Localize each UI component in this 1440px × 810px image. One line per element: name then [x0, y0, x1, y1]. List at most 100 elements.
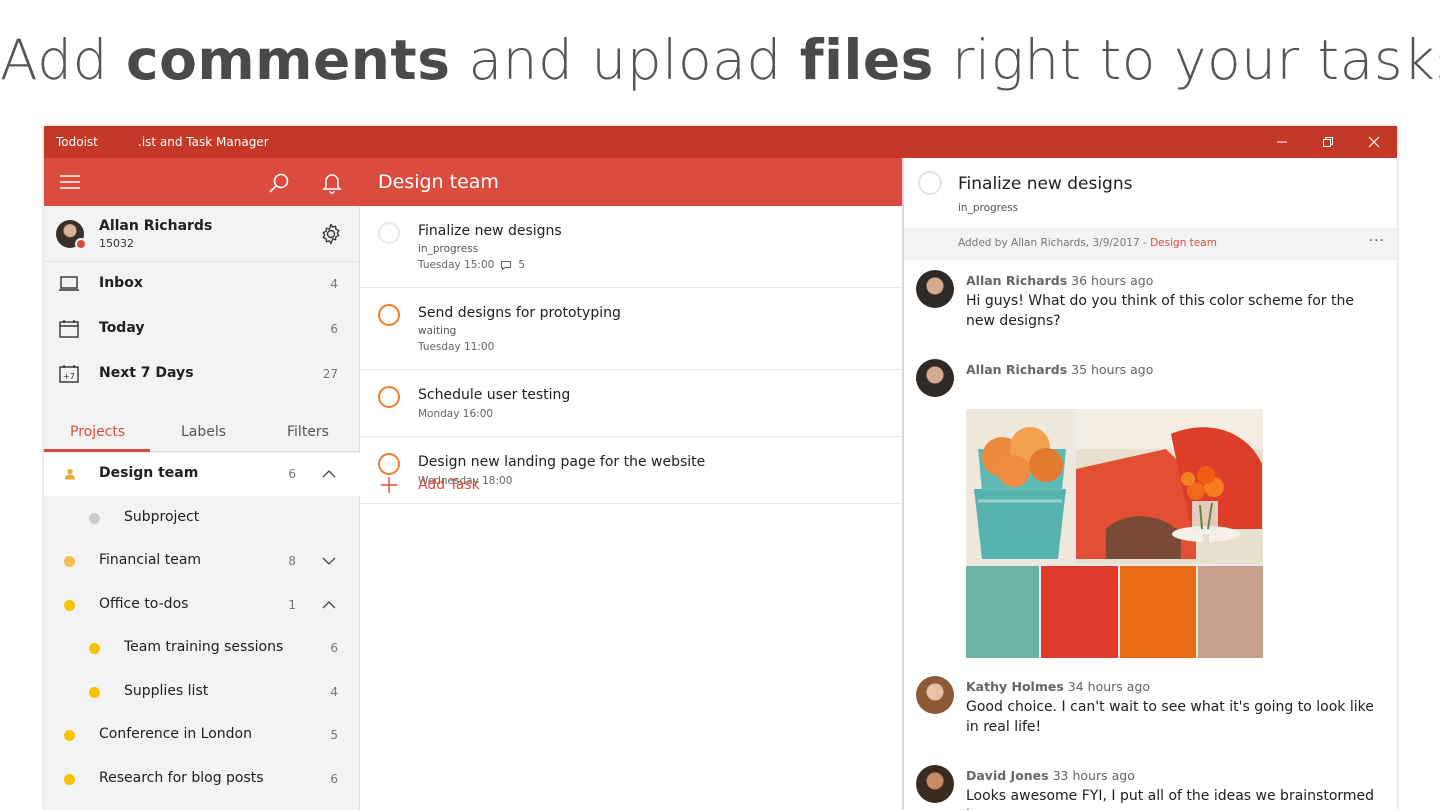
project-label: Research for blog posts [99, 770, 264, 786]
detail-task-checkbox[interactable] [918, 171, 942, 195]
comment-author: Allan Richards 36 hours ago [966, 273, 1154, 288]
project-label: Design team [99, 465, 199, 481]
task-list-pane: Design team Finalize new designs in_prog… [360, 158, 902, 810]
task-row[interactable]: Send designs for prototyping waiting Tue… [360, 288, 902, 370]
comment: Allan Richards 36 hours ago Hi guys! What… [904, 270, 1397, 350]
project-item[interactable]: Supplies list 4 [44, 671, 360, 714]
minimize-button[interactable] [1259, 126, 1305, 158]
color-swatch [966, 566, 1039, 658]
app-name: Todoist [56, 135, 98, 149]
title-bar: Todoist .ist and Task Manager [44, 126, 1397, 158]
project-label: Supplies list [124, 683, 209, 699]
task-checkbox[interactable] [378, 222, 400, 244]
project-color-icon [64, 556, 75, 567]
task-label: in_progress [418, 243, 479, 255]
minimize-icon [1277, 141, 1287, 143]
chevron-down-icon[interactable] [320, 552, 338, 570]
task-list-header: Design team [360, 158, 902, 206]
gear-icon [322, 223, 340, 245]
project-label: Conference in London [99, 726, 252, 742]
task-meta: Tuesday 15:00 5 [418, 259, 525, 271]
task-meta: Tuesday 11:00 [418, 341, 494, 353]
restore-icon [1323, 137, 1333, 147]
project-color-icon [64, 774, 75, 785]
project-item[interactable]: Research for blog posts 6 [44, 758, 360, 801]
comment-time: 35 hours ago [1071, 362, 1154, 377]
comment-author: David Jones 33 hours ago [966, 768, 1135, 783]
comment-text: Hi guys! What do you think of this color… [966, 293, 1354, 329]
sidebar-tabs: Projects Labels Filters [44, 414, 360, 452]
comment-time: 33 hours ago [1052, 768, 1135, 783]
tab-filters[interactable]: Filters [287, 424, 329, 440]
project-color-icon [64, 730, 75, 741]
project-item[interactable]: Financial team 8 [44, 540, 360, 583]
task-name: Send designs for prototyping [418, 305, 621, 321]
restore-button[interactable] [1305, 126, 1351, 158]
comment: Kathy Holmes 34 hours ago Good choice. I … [904, 676, 1397, 756]
project-count: 6 [330, 641, 338, 655]
project-color-icon [64, 600, 75, 611]
more-options-button[interactable]: ··· [1369, 233, 1385, 249]
added-project-link[interactable]: Design team [1150, 237, 1217, 249]
nav-label: Next 7 Days [99, 365, 194, 381]
task-date: Tuesday 15:00 [418, 259, 495, 271]
search-icon [269, 173, 289, 193]
nav-inbox[interactable]: Inbox 4 [44, 262, 360, 307]
nav-label: Today [99, 320, 145, 336]
comment-text: Good choice. I can't wait to see what it… [966, 699, 1374, 735]
tab-projects[interactable]: Projects [70, 424, 125, 440]
attached-image[interactable] [966, 409, 1263, 658]
task-name: Schedule user testing [418, 387, 571, 403]
task-row[interactable]: Finalize new designs in_progress Tuesday… [360, 206, 902, 288]
project-item[interactable]: Team training sessions 6 [44, 627, 360, 670]
color-swatch [1120, 566, 1196, 658]
moodboard-image-icon [966, 409, 1263, 658]
nav-next-7-days[interactable]: +7 Next 7 Days 27 [44, 352, 360, 397]
project-item[interactable]: Conference in London 5 [44, 714, 360, 757]
notifications-button[interactable] [319, 170, 345, 196]
close-button[interactable] [1351, 126, 1397, 158]
avatar [916, 359, 954, 397]
project-color-icon [89, 513, 100, 524]
nav-today[interactable]: Today 6 [44, 307, 360, 352]
search-button[interactable] [266, 170, 292, 196]
project-count: 1 [288, 598, 296, 612]
hamburger-menu-button[interactable] [56, 170, 84, 194]
comment-time: 34 hours ago [1067, 679, 1151, 694]
project-item[interactable]: Office to-dos 1 [44, 584, 360, 627]
comment-icon [501, 260, 512, 271]
task-checkbox[interactable] [378, 386, 400, 408]
add-task-button[interactable]: Add Task [378, 474, 480, 496]
tab-labels[interactable]: Labels [181, 424, 226, 440]
project-count: 8 [288, 554, 296, 568]
added-by-text: Added by Allan Richards, 3/9/2017 - Desi… [958, 237, 1217, 249]
avatar [56, 220, 87, 250]
close-icon [1368, 136, 1380, 148]
task-row[interactable]: Schedule user testing Monday 16:00 [360, 370, 902, 437]
chevron-up-icon[interactable] [320, 596, 338, 614]
task-date: Monday 16:00 [418, 408, 494, 420]
svg-text:+7: +7 [63, 372, 75, 381]
avatar [916, 270, 954, 308]
window-subtitle: .ist and Task Manager [138, 135, 269, 149]
user-profile[interactable]: Allan Richards 15032 [44, 206, 360, 262]
task-label: waiting [418, 325, 457, 337]
task-checkbox[interactable] [378, 453, 400, 475]
shared-project-icon [65, 468, 75, 480]
detail-task-title[interactable]: Finalize new designs [958, 174, 1132, 194]
project-item[interactable]: Subproject [44, 497, 360, 540]
task-meta: Monday 16:00 [418, 408, 493, 420]
user-name: Allan Richards [99, 218, 213, 234]
sidebar-header [44, 158, 360, 206]
calendar-week-icon: +7 [58, 364, 80, 384]
project-label: Financial team [99, 552, 202, 568]
avatar [916, 676, 954, 714]
task-checkbox[interactable] [378, 304, 400, 326]
settings-button[interactable] [318, 221, 344, 247]
project-label: Subproject [124, 509, 200, 525]
chevron-up-icon[interactable] [320, 465, 338, 483]
project-item[interactable]: Design team 6 [44, 453, 360, 496]
added-by-bar: Added by Allan Richards, 3/9/2017 - Desi… [904, 228, 1397, 260]
nav-count: 6 [330, 322, 338, 336]
project-title: Design team [378, 171, 499, 193]
